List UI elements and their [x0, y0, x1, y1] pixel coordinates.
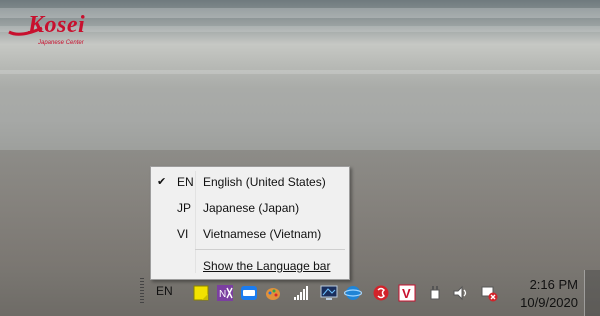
- check-icon: ✔: [157, 176, 167, 188]
- power-plug-icon[interactable]: [426, 284, 444, 302]
- volume-icon[interactable]: [452, 284, 470, 302]
- taskbar-clock[interactable]: 2:16 PM 10/9/2020: [506, 276, 578, 312]
- svg-text:V: V: [402, 286, 411, 301]
- taskbar-grip[interactable]: [140, 278, 144, 304]
- menu-item-english[interactable]: ✔ EN English (United States): [151, 171, 349, 193]
- kosei-logo: Kosei Japanese Center: [6, 6, 96, 46]
- language-label: English (United States): [203, 175, 326, 189]
- snipping-tool-icon[interactable]: N: [216, 284, 234, 302]
- zalo-icon[interactable]: [240, 284, 258, 302]
- menu-item-vietnamese[interactable]: VI Vietnamese (Vietnam): [151, 223, 349, 245]
- logo-brand: Kosei: [28, 12, 86, 38]
- language-code: VI: [177, 227, 189, 241]
- sticky-notes-icon[interactable]: [192, 284, 210, 302]
- clock-date: 10/9/2020: [520, 295, 578, 310]
- menu-item-japanese[interactable]: JP Japanese (Japan): [151, 197, 349, 219]
- language-code: JP: [177, 201, 192, 215]
- display-icon[interactable]: [320, 284, 338, 302]
- red-circle-app-icon[interactable]: [372, 284, 390, 302]
- menu-separator: [195, 249, 345, 250]
- network-error-icon[interactable]: [480, 284, 498, 302]
- language-menu: ✔ EN English (United States) JP Japanese…: [150, 166, 350, 280]
- language-label: Vietnamese (Vietnam): [203, 227, 322, 241]
- clock-time: 2:16 PM: [529, 277, 578, 292]
- network-signal-icon[interactable]: [292, 284, 310, 302]
- language-code: EN: [177, 175, 194, 189]
- language-label: Japanese (Japan): [203, 201, 300, 215]
- vector-v-icon[interactable]: V: [398, 284, 416, 302]
- taskbar-tray: EN N V 2:16 PM 10/9/2020: [136, 270, 600, 316]
- show-desktop-button[interactable]: [584, 270, 600, 316]
- language-indicator[interactable]: EN: [156, 284, 173, 298]
- logo-subtitle: Japanese Center: [38, 40, 84, 46]
- svg-text:N: N: [219, 289, 226, 300]
- shore-wash: [0, 70, 600, 74]
- paint-icon[interactable]: [264, 284, 282, 302]
- browser-icon[interactable]: [344, 284, 362, 302]
